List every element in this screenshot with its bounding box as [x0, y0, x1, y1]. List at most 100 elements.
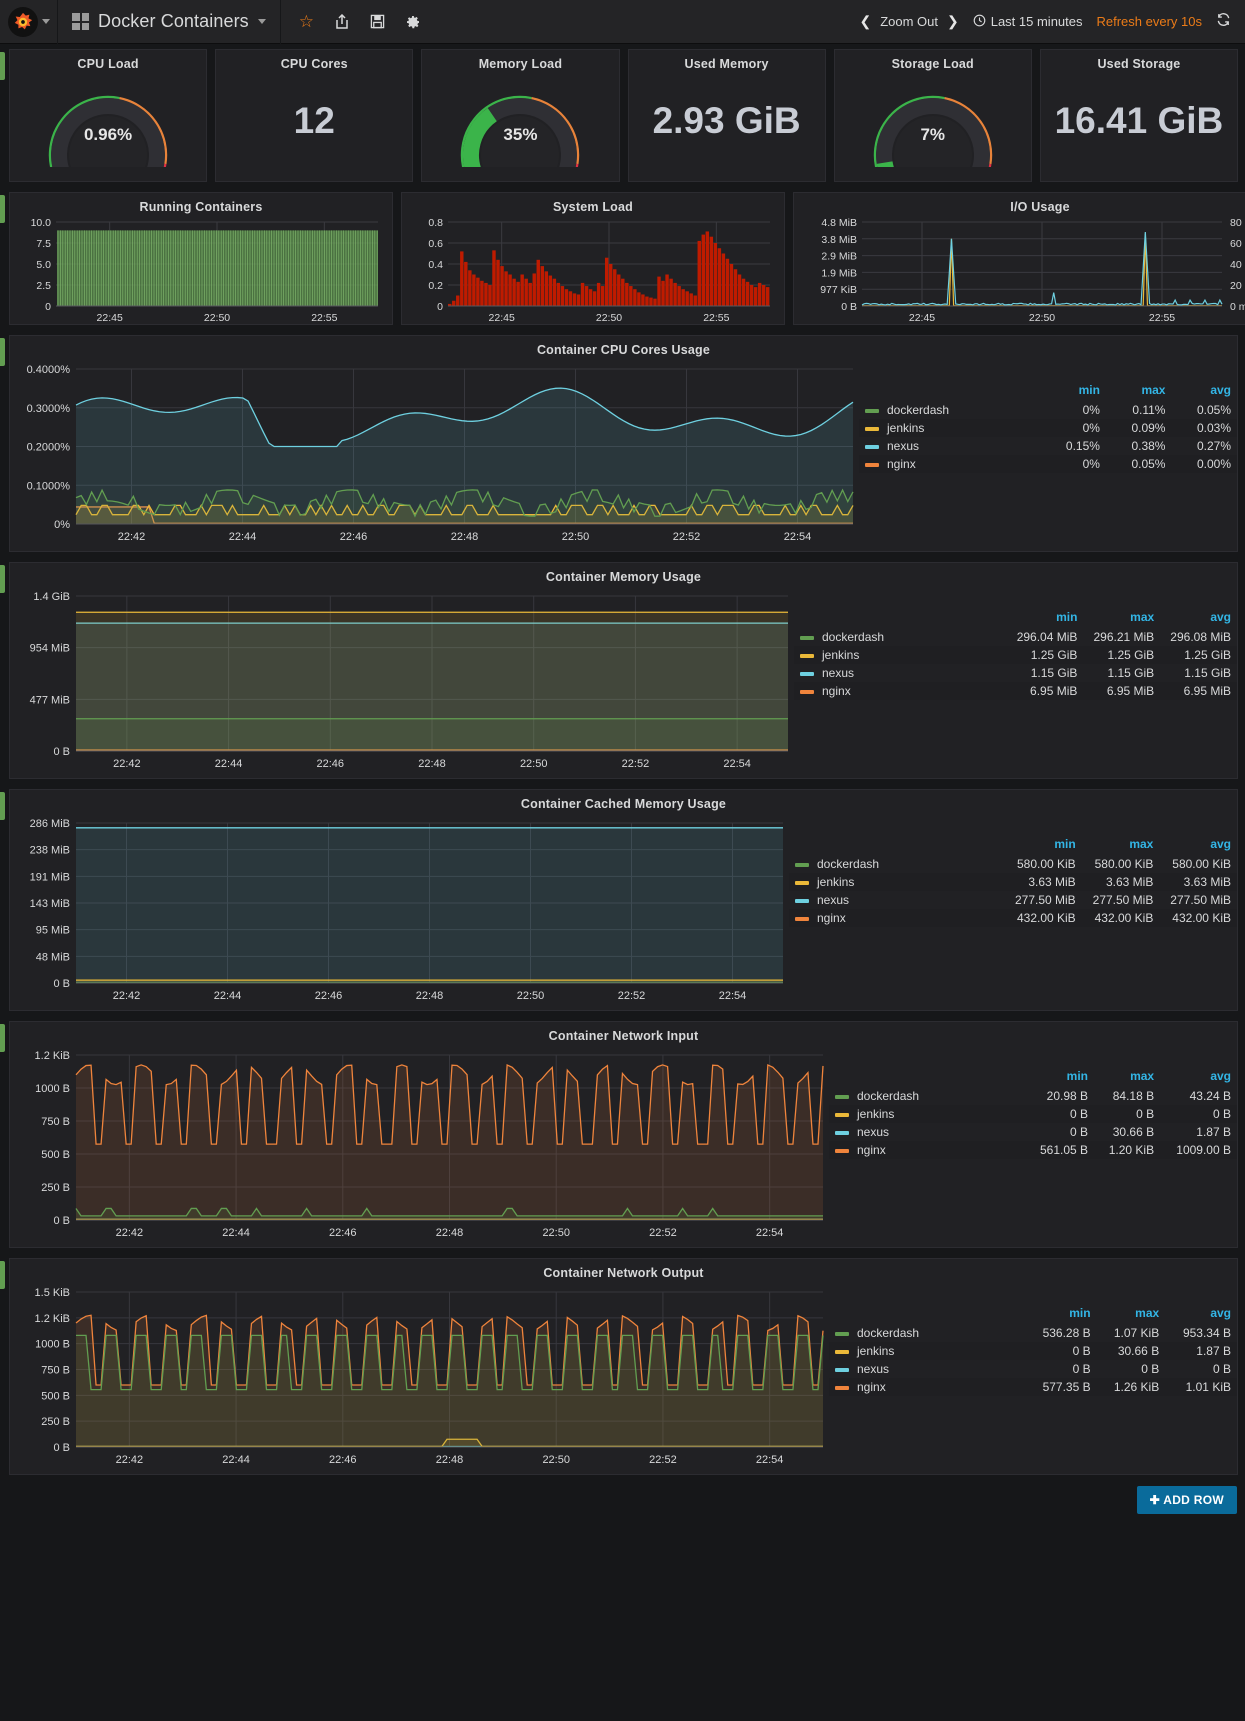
row-collapse-handle[interactable]	[0, 1024, 5, 1052]
legend-color-swatch[interactable]	[800, 635, 814, 640]
row-collapse-handle[interactable]	[0, 792, 5, 820]
legend-series-name[interactable]: jenkins	[857, 1107, 894, 1121]
row-collapse-handle[interactable]	[0, 52, 5, 80]
legend-series-name[interactable]: nginx	[887, 457, 916, 471]
legend-color-swatch[interactable]	[835, 1130, 849, 1135]
legend-row[interactable]: dockerdash 296.04 MiB 296.21 MiB 296.08 MiB	[794, 628, 1237, 646]
grafana-home-button[interactable]	[0, 0, 58, 44]
legend-column-max[interactable]: max	[1083, 608, 1160, 628]
stat-panel-storage-load[interactable]: Storage Load 7%	[833, 49, 1032, 194]
legend-series-name[interactable]: nexus	[822, 666, 854, 680]
legend-column-max[interactable]: max	[1094, 1067, 1160, 1087]
legend-row[interactable]: dockerdash 580.00 KiB 580.00 KiB 580.00 KiB	[789, 855, 1237, 873]
graph-panel-container-memory-usage[interactable]: Container Memory Usage 1.4 GiB 954 MiB 477 …	[9, 562, 1238, 779]
chevron-left-icon[interactable]: ❮	[859, 13, 871, 30]
row-collapse-handle[interactable]	[0, 1261, 5, 1289]
legend-series-name[interactable]: dockerdash	[857, 1089, 919, 1103]
refresh-icon[interactable]	[1216, 12, 1231, 31]
share-icon[interactable]	[334, 13, 350, 30]
graph-canvas[interactable]: 10.0 7.5 5.0 2.5 0 22:45 22:50 22:55	[10, 214, 392, 331]
graph-canvas[interactable]: 4.8 MiB 3.8 MiB 2.9 MiB 1.9 MiB 977 KiB 0 B 80…	[794, 214, 1245, 331]
legend-color-swatch[interactable]	[795, 898, 809, 903]
legend-series-name[interactable]: jenkins	[887, 421, 924, 435]
star-icon[interactable]: ☆	[299, 13, 314, 30]
legend-row[interactable]: dockerdash 20.98 B 84.18 B 43.24 B	[829, 1087, 1237, 1105]
legend-series-name[interactable]: nexus	[817, 893, 849, 907]
stat-panel-memory-load[interactable]: Memory Load 35%	[421, 49, 620, 194]
legend-series-name[interactable]: jenkins	[822, 648, 859, 662]
time-range-picker[interactable]: Last 15 minutes	[973, 14, 1083, 30]
legend-color-swatch[interactable]	[800, 671, 814, 676]
legend-column-min[interactable]: min	[1004, 835, 1082, 855]
legend-color-swatch[interactable]	[800, 653, 814, 658]
legend-color-swatch[interactable]	[865, 462, 879, 467]
legend-row[interactable]: nexus 0 B 0 B 0 B	[829, 1360, 1237, 1378]
legend-row[interactable]: nginx 6.95 MiB 6.95 MiB 6.95 MiB	[794, 682, 1237, 700]
legend-color-swatch[interactable]	[835, 1331, 849, 1336]
graph-canvas[interactable]: 1.2 KiB 1000 B 750 B 500 B 250 B 0 B 22:42 22:4…	[10, 1043, 829, 1247]
graph-panel-container-network-input[interactable]: Container Network Input 1.2 KiB 1000 B 750 …	[9, 1021, 1238, 1248]
legend-color-swatch[interactable]	[835, 1148, 849, 1153]
legend-column-min[interactable]: min	[1025, 1304, 1097, 1324]
legend-row[interactable]: jenkins 1.25 GiB 1.25 GiB 1.25 GiB	[794, 646, 1237, 664]
legend-color-swatch[interactable]	[835, 1349, 849, 1354]
legend-column-max[interactable]: max	[1082, 835, 1160, 855]
legend-column-avg[interactable]: avg	[1165, 1304, 1237, 1324]
legend-color-swatch[interactable]	[865, 408, 879, 413]
legend-row[interactable]: nginx 561.05 B 1.20 KiB 1009.00 B	[829, 1141, 1237, 1159]
zoom-out-control[interactable]: ❮ Zoom Out ❯	[859, 13, 958, 30]
graph-panel-container-cpu-cores-usage[interactable]: Container CPU Cores Usage 0.4000% 0.3000% 0…	[9, 335, 1238, 552]
refresh-interval-label[interactable]: Refresh every 10s	[1097, 14, 1203, 29]
stat-panel-cpu-cores[interactable]: CPU Cores 12	[215, 49, 414, 182]
legend-series-name[interactable]: nginx	[857, 1143, 886, 1157]
legend-series-name[interactable]: dockerdash	[887, 403, 949, 417]
legend-row[interactable]: nginx 577.35 B 1.26 KiB 1.01 KiB	[829, 1378, 1237, 1396]
legend-series-name[interactable]: nginx	[817, 911, 846, 925]
row-collapse-handle[interactable]	[0, 195, 5, 223]
legend-series-name[interactable]: jenkins	[817, 875, 854, 889]
legend-column-min[interactable]: min	[1025, 1067, 1094, 1087]
legend-color-swatch[interactable]	[795, 862, 809, 867]
legend-series-name[interactable]: nginx	[857, 1380, 886, 1394]
legend-color-swatch[interactable]	[835, 1112, 849, 1117]
legend-row[interactable]: jenkins 0 B 0 B 0 B	[829, 1105, 1237, 1123]
legend-row[interactable]: nginx 432.00 KiB 432.00 KiB 432.00 KiB	[789, 909, 1237, 927]
legend-column-min[interactable]: min	[1040, 381, 1106, 401]
legend-column-avg[interactable]: avg	[1160, 1067, 1237, 1087]
graph-canvas[interactable]: 0.4000% 0.3000% 0.2000% 0.1000% 0% 22:42 22:44…	[10, 357, 859, 551]
legend-color-swatch[interactable]	[835, 1367, 849, 1372]
graph-canvas[interactable]: 1.4 GiB 954 MiB 477 MiB 0 B 22:42 22:44 22:46 2…	[10, 584, 794, 778]
row-collapse-handle[interactable]	[0, 338, 5, 366]
legend-row[interactable]: jenkins 0 B 30.66 B 1.87 B	[829, 1342, 1237, 1360]
legend-series-name[interactable]: dockerdash	[857, 1326, 919, 1340]
legend-color-swatch[interactable]	[865, 444, 879, 449]
legend-color-swatch[interactable]	[795, 916, 809, 921]
legend-color-swatch[interactable]	[865, 426, 879, 431]
graph-canvas[interactable]: 1.5 KiB 1.2 KiB 1000 B 750 B 500 B 250 B 0 B 22…	[10, 1280, 829, 1474]
graph-panel-running-containers[interactable]: Running Containers 10.0 7.5 5.0 2.5 0 22:45 22:…	[9, 192, 393, 325]
legend-series-name[interactable]: nginx	[822, 684, 851, 698]
legend-column-max[interactable]: max	[1097, 1304, 1166, 1324]
legend-series-name[interactable]: dockerdash	[822, 630, 884, 644]
legend-row[interactable]: nginx 0% 0.05% 0.00%	[859, 455, 1237, 473]
legend-row[interactable]: nexus 277.50 MiB 277.50 MiB 277.50 MiB	[789, 891, 1237, 909]
legend-row[interactable]: jenkins 3.63 MiB 3.63 MiB 3.63 MiB	[789, 873, 1237, 891]
stat-panel-used-storage[interactable]: Used Storage 16.41 GiB	[1039, 49, 1239, 182]
graph-canvas[interactable]: 0.8 0.6 0.4 0.2 0 22:45 22:50 22:55	[402, 214, 784, 331]
stat-panel-used-memory[interactable]: Used Memory 2.93 GiB	[627, 49, 826, 182]
legend-color-swatch[interactable]	[835, 1385, 849, 1390]
legend-color-swatch[interactable]	[835, 1094, 849, 1099]
legend-color-swatch[interactable]	[795, 880, 809, 885]
legend-row[interactable]: nexus 0.15% 0.38% 0.27%	[859, 437, 1237, 455]
stat-panel-cpu-load[interactable]: CPU Load 0.96%	[9, 49, 208, 194]
graph-panel-system-load[interactable]: System Load 0.8 0.6 0.4 0.2 0 22:45 22:50 22:55	[401, 192, 785, 325]
gear-icon[interactable]	[405, 14, 421, 30]
graph-panel-container-network-output[interactable]: Container Network Output 1.5 KiB 1.2 KiB 10…	[9, 1258, 1238, 1475]
legend-row[interactable]: dockerdash 536.28 B 1.07 KiB 953.34 B	[829, 1324, 1237, 1342]
legend-column-avg[interactable]: avg	[1171, 381, 1237, 401]
legend-series-name[interactable]: nexus	[857, 1125, 889, 1139]
legend-column-avg[interactable]: avg	[1160, 608, 1237, 628]
chevron-right-icon[interactable]: ❯	[947, 13, 959, 30]
legend-row[interactable]: nexus 1.15 GiB 1.15 GiB 1.15 GiB	[794, 664, 1237, 682]
legend-row[interactable]: dockerdash 0% 0.11% 0.05%	[859, 401, 1237, 419]
